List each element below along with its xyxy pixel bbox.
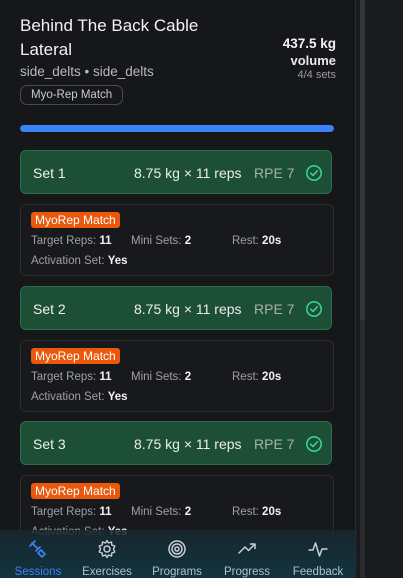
set-label: Set 2 [33, 301, 66, 317]
nav-label: Feedback [292, 566, 344, 578]
target-icon [168, 540, 186, 558]
check-circle-icon[interactable] [305, 435, 323, 453]
sets-progress-fill [20, 125, 334, 132]
trending-up-icon [238, 543, 256, 554]
set-rpe: RPE 7 [254, 165, 295, 181]
set-detail: 8.75 kg × 11 reps [134, 165, 242, 181]
exercise-panel: Behind The Back Cable Lateral side_delts… [0, 0, 356, 578]
nav-label: Progress [223, 566, 271, 578]
activation-set: Activation Set: Yes [31, 255, 128, 267]
rest-time: Rest: 20s [232, 506, 282, 518]
set-rpe: RPE 7 [254, 436, 295, 452]
check-circle-icon[interactable] [305, 300, 323, 318]
set-detail: 8.75 kg × 11 reps [134, 301, 242, 317]
myorep-badge: MyoRep Match [31, 483, 120, 499]
nav-programs[interactable]: Programs [142, 538, 212, 578]
nav-label: Exercises [82, 566, 132, 578]
method-tag: Myo-Rep Match [20, 85, 124, 105]
activation-set: Activation Set: Yes [31, 391, 128, 403]
myorep-badge: MyoRep Match [31, 348, 120, 364]
sessions-icon [29, 540, 46, 558]
set-detail: 8.75 kg × 11 reps [134, 436, 242, 452]
myorep-badge: MyoRep Match [31, 212, 120, 228]
target-reps: Target Reps: 11 [31, 506, 112, 518]
sets-progress-bar [20, 125, 334, 132]
set-row-2[interactable]: Set 2 8.75 kg × 11 reps RPE 7 [20, 286, 332, 330]
set-details-card-2: MyoRep Match Target Reps: 11 Mini Sets: … [20, 340, 334, 412]
nav-progress[interactable]: Progress [212, 538, 282, 578]
sets-done: 4/4 sets [297, 69, 336, 81]
mini-sets: Mini Sets: 2 [131, 506, 192, 518]
set-row-1[interactable]: Set 1 8.75 kg × 11 reps RPE 7 [20, 150, 332, 194]
set-rpe: RPE 7 [254, 301, 295, 317]
nav-feedback[interactable]: Feedback [283, 538, 353, 578]
volume-label: volume [290, 53, 336, 68]
target-reps: Target Reps: 11 [31, 235, 112, 247]
mini-sets: Mini Sets: 2 [131, 235, 192, 247]
mini-sets: Mini Sets: 2 [131, 371, 192, 383]
set-label: Set 3 [33, 436, 66, 452]
pulse-icon [308, 542, 328, 557]
nav-sessions[interactable]: Sessions [3, 538, 73, 578]
rest-time: Rest: 20s [232, 235, 282, 247]
check-circle-icon[interactable] [305, 164, 323, 182]
nav-label: Programs [152, 566, 202, 578]
nav-exercises[interactable]: Exercises [72, 538, 142, 578]
scrollbar-thumb[interactable] [360, 0, 365, 320]
exercise-header: Behind The Back Cable Lateral side_delts… [20, 14, 336, 105]
nav-label: Sessions [14, 566, 62, 578]
exercise-stats: 437.5 kg volume 4/4 sets [283, 36, 336, 81]
bottom-nav: Sessions Exercises Programs Progress Fee… [0, 530, 355, 578]
exercise-title: Behind The Back Cable Lateral [20, 16, 199, 59]
set-row-3[interactable]: Set 3 8.75 kg × 11 reps RPE 7 [20, 421, 332, 465]
rest-time: Rest: 20s [232, 371, 282, 383]
gear-icon [98, 539, 116, 559]
volume-value: 437.5 kg [282, 36, 336, 51]
target-reps: Target Reps: 11 [31, 371, 112, 383]
set-details-card-1: MyoRep Match Target Reps: 11 Mini Sets: … [20, 204, 334, 276]
set-label: Set 1 [33, 165, 66, 181]
